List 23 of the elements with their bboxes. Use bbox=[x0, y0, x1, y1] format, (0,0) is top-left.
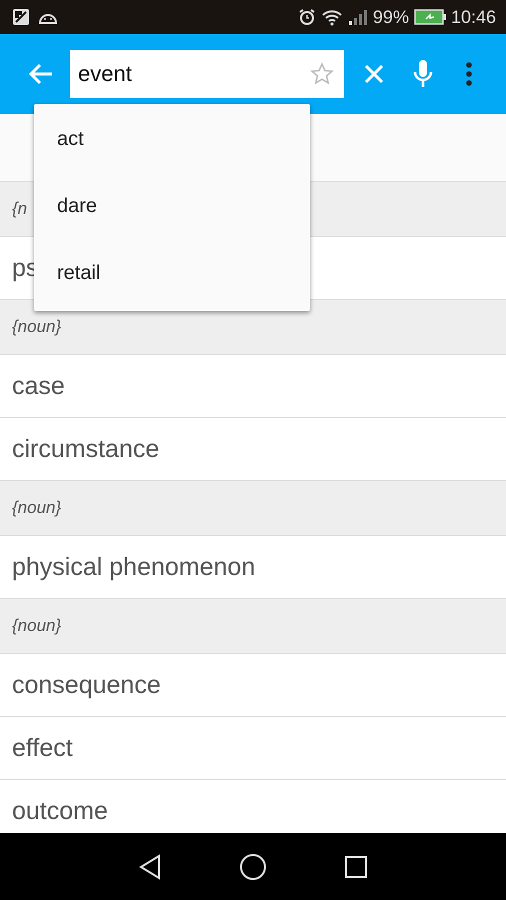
wifi-icon bbox=[320, 8, 343, 26]
part-of-speech-label: {noun} bbox=[12, 498, 62, 518]
signal-icon bbox=[348, 9, 368, 25]
back-arrow-icon[interactable] bbox=[28, 63, 54, 85]
clock: 10:46 bbox=[450, 6, 496, 28]
image-icon bbox=[12, 8, 30, 26]
suggestion-item[interactable]: retail bbox=[34, 240, 310, 307]
part-of-speech-label: {noun} bbox=[12, 616, 62, 636]
recents-icon[interactable] bbox=[344, 854, 368, 878]
search-field[interactable]: event bbox=[70, 50, 344, 98]
close-icon[interactable] bbox=[363, 63, 385, 85]
battery-icon bbox=[414, 9, 446, 25]
home-icon[interactable] bbox=[238, 852, 267, 880]
back-icon[interactable] bbox=[138, 854, 162, 880]
suggestion-item[interactable]: dare bbox=[34, 173, 310, 240]
star-icon[interactable] bbox=[310, 62, 334, 86]
alarm-icon bbox=[298, 8, 316, 26]
part-of-speech-label: {n bbox=[12, 199, 28, 219]
part-of-speech-label: {noun} bbox=[12, 317, 62, 337]
suggestion-item[interactable]: act bbox=[34, 106, 310, 173]
more-options-icon[interactable] bbox=[465, 61, 473, 87]
microphone-icon[interactable] bbox=[413, 59, 433, 89]
battery-percent: 99% bbox=[372, 6, 409, 28]
